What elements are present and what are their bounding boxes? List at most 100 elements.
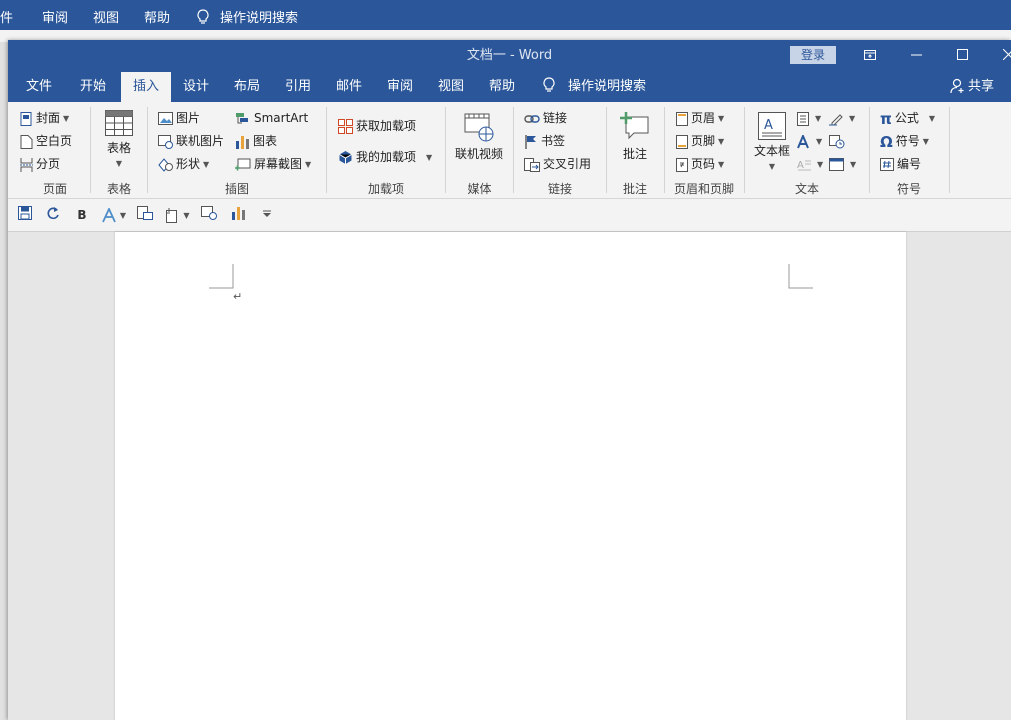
bg-menu-view[interactable]: 视图 — [93, 7, 119, 26]
font-color-button[interactable]: ▼ — [100, 206, 128, 224]
paragraph-mark[interactable]: ↵ — [233, 290, 242, 303]
page-number-icon — [676, 157, 688, 172]
bg-menu-review[interactable]: 审阅 — [42, 7, 68, 26]
page-setup-button[interactable]: ▼ — [164, 206, 192, 224]
insert-online-button[interactable] — [200, 206, 218, 224]
group-label-comments: 批注 — [622, 182, 647, 196]
ribbon-tabs: 文件 开始 插入 设计 布局 引用 邮件 审阅 视图 帮助 操作说明搜索 共享 — [8, 72, 1011, 102]
picture-icon — [158, 112, 173, 125]
get-addins-label: 获取加载项 — [356, 119, 417, 133]
chart-button[interactable]: 图表 — [235, 131, 277, 151]
tab-mailings[interactable]: 邮件 — [324, 72, 374, 102]
tell-me-search[interactable]: 操作说明搜索 — [530, 72, 658, 102]
chevron-down-icon: ▼ — [922, 136, 929, 146]
maximize-button[interactable] — [939, 40, 985, 72]
bg-menu-help[interactable]: 帮助 — [144, 7, 170, 26]
drop-cap-icon: A — [797, 160, 811, 171]
comment-icon — [620, 112, 649, 140]
online-pictures-button[interactable]: 联机图片 — [158, 131, 224, 151]
chevron-down-icon: ▼ — [768, 162, 776, 171]
chevron-down-icon: ▼ — [119, 210, 127, 220]
tab-file[interactable]: 文件 — [14, 72, 64, 102]
online-video-button[interactable]: 联机视频 — [452, 108, 506, 162]
chart-icon — [231, 207, 245, 220]
my-addins-button[interactable]: 我的加载项 ▼ — [338, 147, 432, 167]
redo-button[interactable] — [44, 206, 62, 224]
chevron-down-icon: ▼ — [817, 159, 824, 169]
page-number-button[interactable]: 页码 ▼ — [676, 154, 724, 174]
shapes-icon — [158, 157, 173, 172]
margin-corner-top-left — [209, 264, 234, 289]
tab-review[interactable]: 审阅 — [375, 72, 425, 102]
insert-chart-button[interactable] — [229, 206, 247, 224]
object-button[interactable]: ▼ — [829, 154, 856, 174]
bg-menu-file[interactable]: 件 — [0, 7, 13, 26]
wordart-button[interactable]: ▼ — [797, 131, 822, 151]
bookmark-button[interactable]: 书签 — [524, 131, 565, 151]
footer-button[interactable]: 页脚 ▼ — [676, 131, 724, 151]
equation-label: 公式 — [894, 111, 919, 125]
date-time-button[interactable] — [829, 131, 848, 151]
document-page[interactable]: ↵ — [115, 232, 906, 720]
tab-help[interactable]: 帮助 — [477, 72, 527, 102]
screenshot-button[interactable]: 屏幕截图 ▼ — [235, 154, 311, 174]
cross-reference-label: 交叉引用 — [543, 157, 592, 171]
chevron-down-icon: ▼ — [849, 113, 856, 123]
customize-dropdown-icon — [263, 210, 271, 217]
person-icon — [950, 78, 964, 94]
number-button[interactable]: 编号 — [880, 154, 921, 174]
tab-references[interactable]: 引用 — [273, 72, 323, 102]
tab-insert[interactable]: 插入 — [121, 72, 172, 102]
pictures-button[interactable]: 图片 — [158, 108, 200, 128]
tab-layout[interactable]: 布局 — [222, 72, 272, 102]
link-button[interactable]: 链接 — [524, 108, 567, 128]
footer-icon — [676, 134, 688, 149]
drop-cap-button[interactable]: A ▼ — [797, 154, 823, 174]
cover-page-label: 封面 — [36, 111, 61, 125]
login-button[interactable]: 登录 — [790, 46, 836, 64]
screenshot-label: 屏幕截图 — [254, 157, 303, 171]
title-bar[interactable]: 文档一 - Word 登录 — [8, 40, 1011, 72]
chevron-down-icon: ▼ — [718, 159, 725, 169]
margin-corner-top-right — [788, 264, 813, 289]
my-addins-icon — [339, 151, 352, 164]
chevron-down-icon: ▼ — [850, 159, 857, 169]
header-button[interactable]: 页眉 ▼ — [676, 108, 724, 128]
tab-view[interactable]: 视图 — [426, 72, 476, 102]
number-icon — [880, 158, 894, 171]
group-label-tables: 表格 — [106, 182, 131, 196]
get-addins-button[interactable]: 获取加载项 — [338, 116, 416, 136]
text-box-button[interactable]: A 文本框 ▼ — [751, 108, 793, 173]
minimize-button[interactable] — [893, 40, 939, 72]
bold-button[interactable]: B — [73, 206, 91, 224]
page-break-button[interactable]: 分页 — [20, 154, 60, 174]
cross-reference-button[interactable]: 交叉引用 — [524, 154, 591, 174]
blank-page-button[interactable]: 空白页 — [20, 131, 72, 151]
equation-button[interactable]: π 公式 ▼ — [880, 108, 935, 128]
close-button[interactable] — [985, 40, 1011, 72]
blank-page-label: 空白页 — [36, 134, 73, 148]
tab-design[interactable]: 设计 — [171, 72, 221, 102]
table-button[interactable]: 表格 ▼ — [97, 108, 141, 170]
comment-button[interactable]: 批注 — [613, 108, 657, 162]
smartart-button[interactable]: SmartArt — [235, 108, 308, 128]
tab-home[interactable]: 开始 — [68, 72, 118, 102]
online-video-icon — [464, 113, 494, 142]
share-button[interactable]: 共享 — [950, 72, 994, 102]
print-layout-button[interactable] — [136, 206, 154, 224]
minimize-icon — [910, 54, 922, 56]
signature-icon — [829, 113, 843, 125]
shapes-button[interactable]: 形状 ▼ — [158, 154, 209, 174]
cover-page-button[interactable]: 封面 ▼ — [20, 108, 69, 128]
signature-line-button[interactable]: ▼ — [829, 108, 855, 128]
chevron-down-icon: ▼ — [426, 152, 433, 162]
symbol-button[interactable]: Ω 符号 ▼ — [880, 131, 929, 151]
customize-toolbar-button[interactable] — [258, 206, 276, 224]
quick-parts-button[interactable]: ▼ — [797, 108, 821, 128]
ribbon-display-options-button[interactable] — [847, 40, 893, 72]
chevron-down-icon: ▼ — [305, 159, 312, 169]
bg-tellme[interactable]: 操作说明搜索 — [196, 7, 298, 26]
number-label: 编号 — [897, 157, 922, 171]
text-box-label: 文本框 — [753, 144, 790, 158]
save-button[interactable] — [16, 206, 34, 224]
